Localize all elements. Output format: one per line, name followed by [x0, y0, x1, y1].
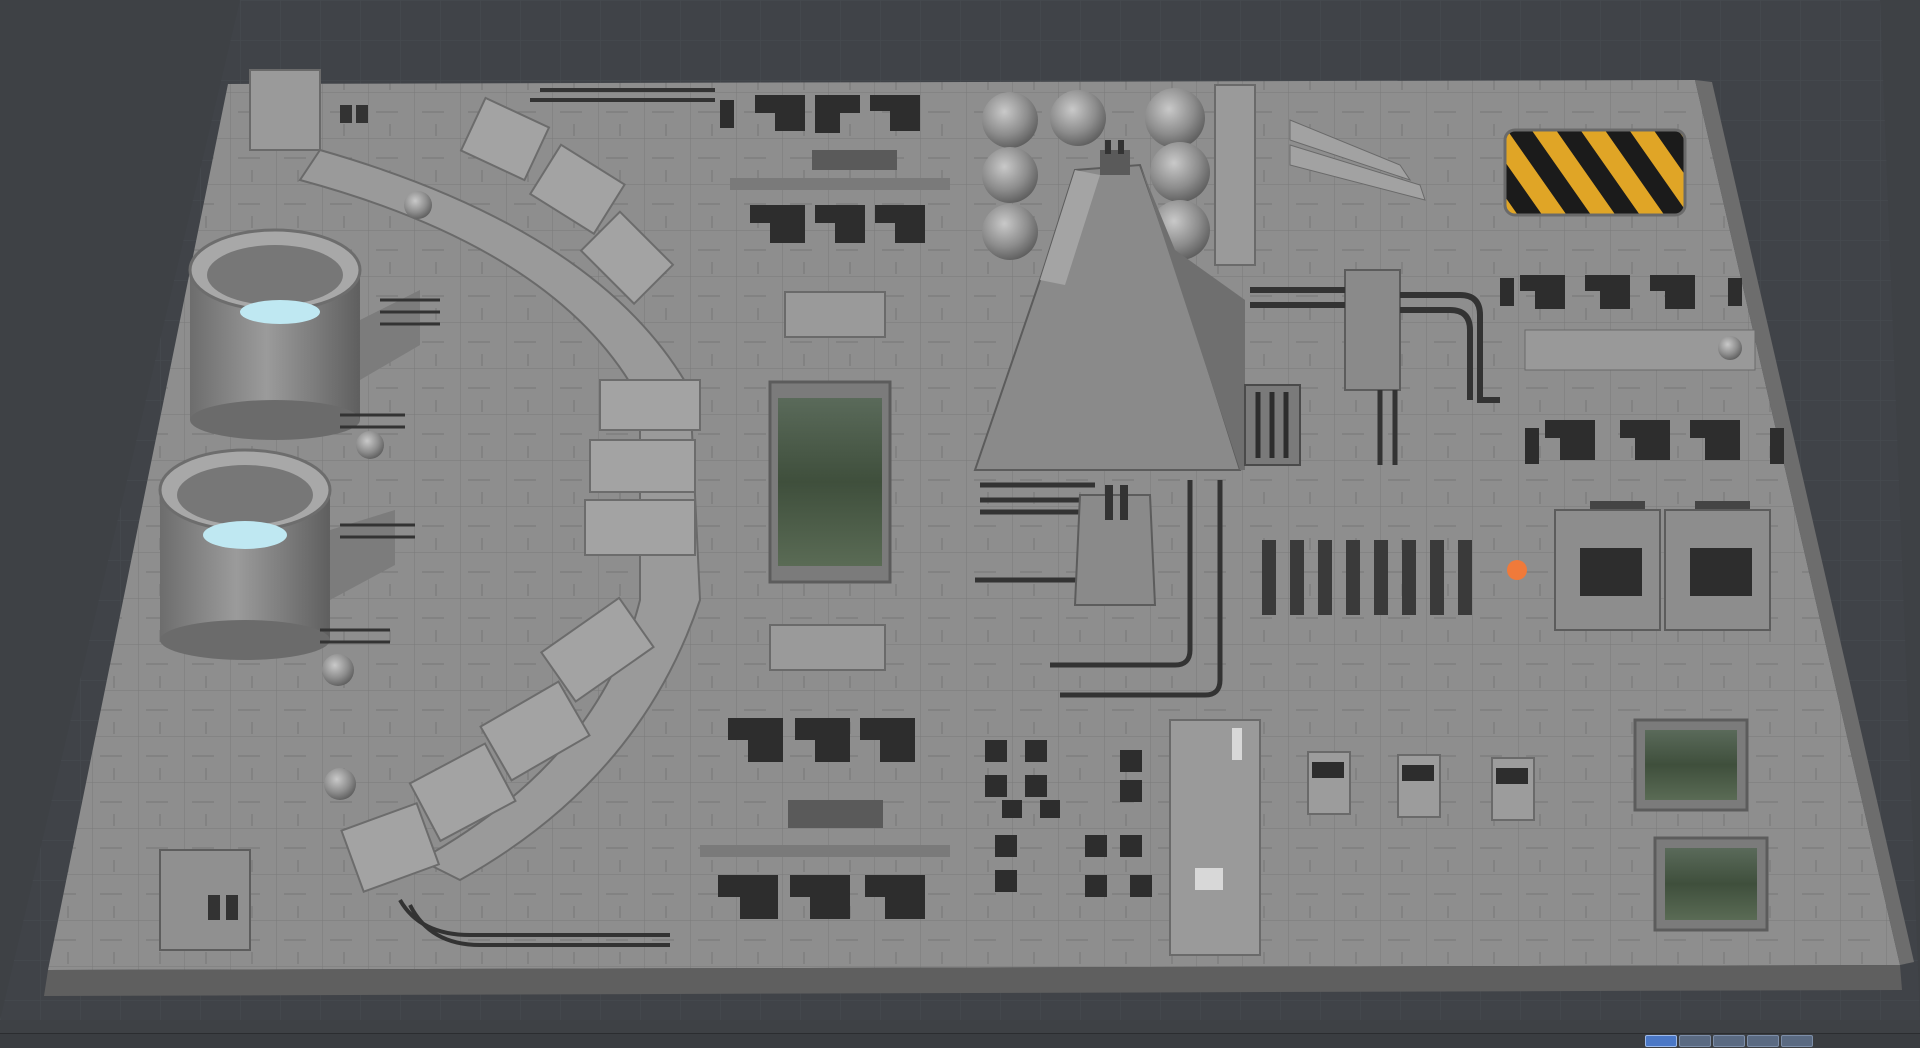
view-button-4[interactable] [1747, 1035, 1779, 1047]
hazard-plate [1503, 128, 1687, 217]
view-button-5[interactable] [1781, 1035, 1813, 1047]
status-bar [0, 1033, 1920, 1048]
view-button-1[interactable] [1645, 1035, 1677, 1047]
long-console [1169, 719, 1261, 956]
turret-block [1073, 485, 1157, 606]
view-button-2[interactable] [1679, 1035, 1711, 1047]
screen-panel-right-2 [1653, 836, 1769, 932]
screen-panel-center [768, 380, 892, 584]
tall-column [1214, 84, 1256, 266]
corner-block-top [249, 69, 321, 151]
small-dome-right [1718, 336, 1742, 360]
greeble-panel[interactable] [44, 69, 1914, 996]
raised-block-top [784, 291, 886, 338]
orange-indicator [1507, 560, 1527, 580]
view-button-3[interactable] [1713, 1035, 1745, 1047]
3d-viewport[interactable] [0, 0, 1920, 1047]
scene-canvas[interactable] [0, 0, 1920, 1047]
screen-panel-right-1 [1633, 718, 1749, 812]
vent-grill-small [1244, 384, 1301, 466]
raised-block-mid [769, 624, 886, 671]
